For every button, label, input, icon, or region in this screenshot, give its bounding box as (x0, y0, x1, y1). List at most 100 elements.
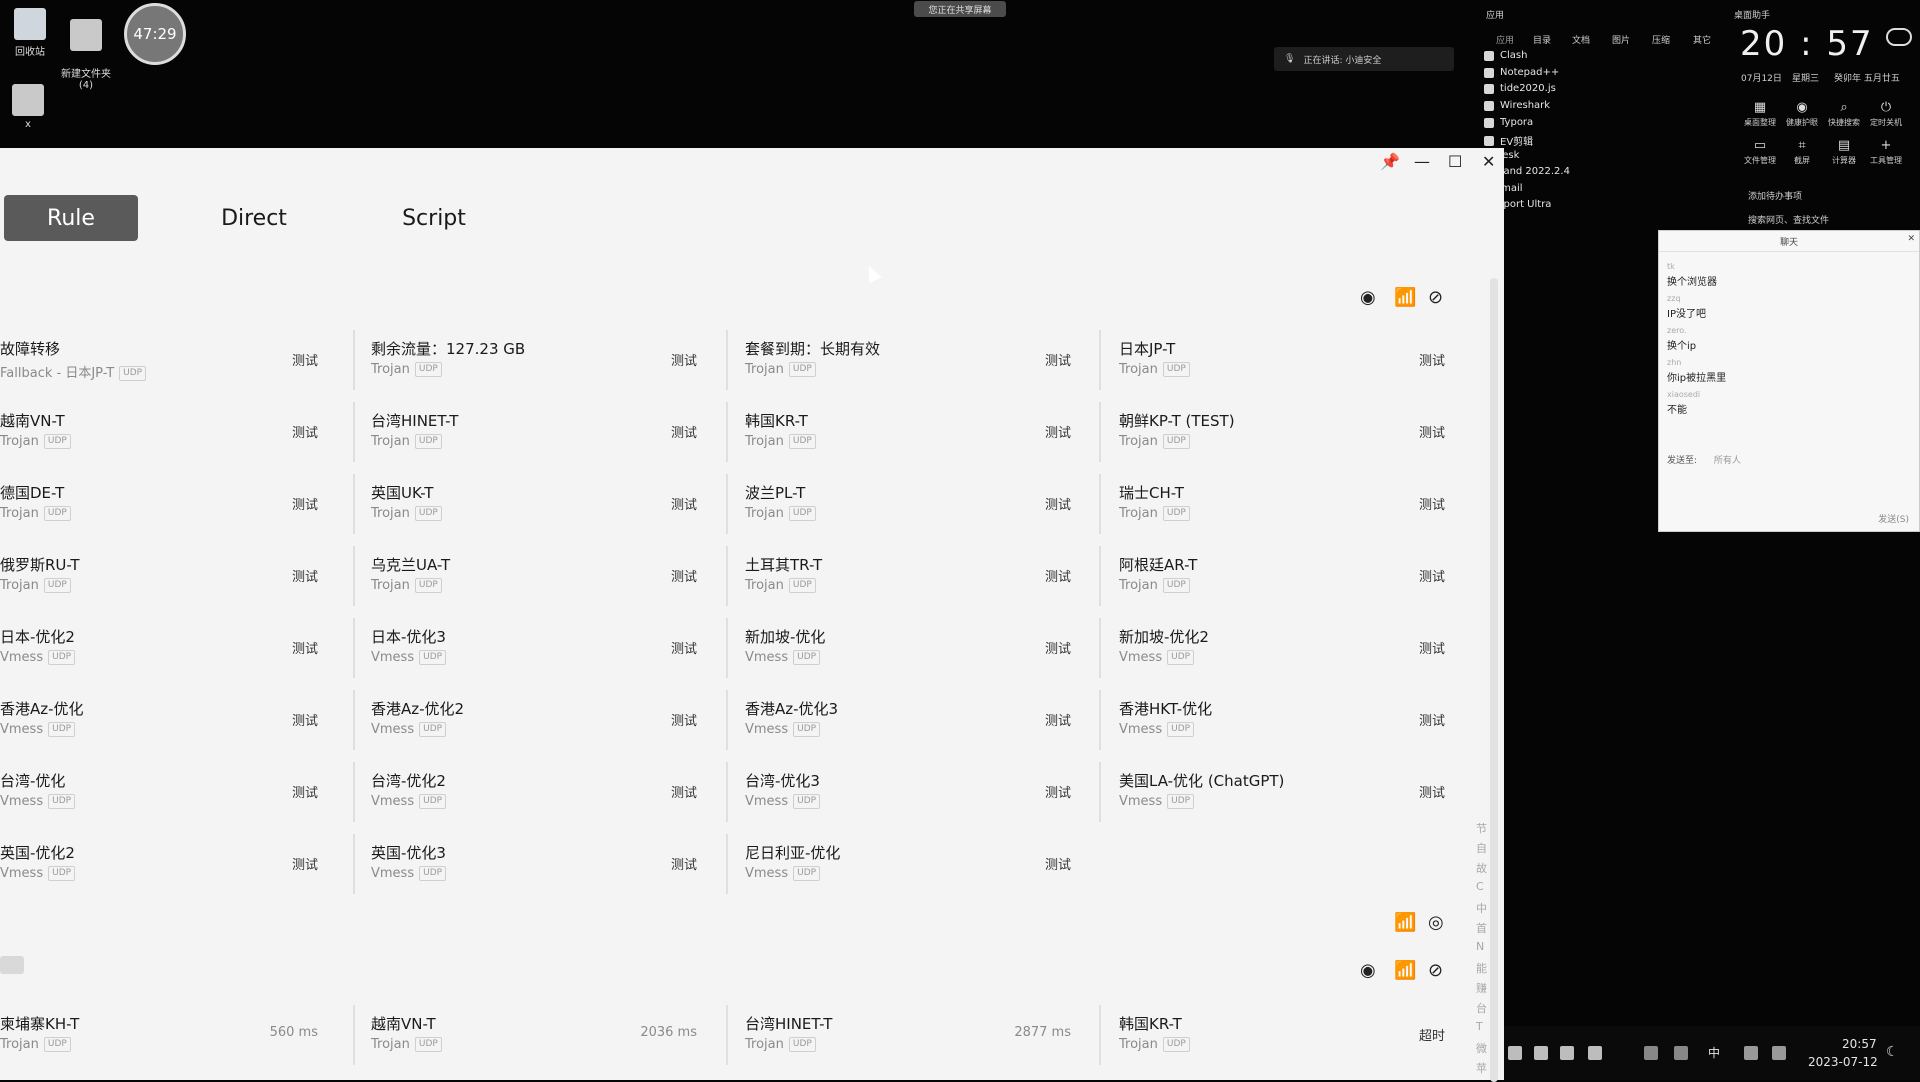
launcher-tab[interactable]: 文档 (1572, 33, 1590, 46)
latency-value[interactable]: 2877 ms (1014, 1025, 1071, 1040)
launcher-app-wireshark[interactable]: Wireshark (1484, 100, 1550, 111)
tool-shutdown-timer[interactable]: ⏻ 定时关机 (1860, 100, 1912, 128)
gear-icon[interactable] (1508, 1046, 1522, 1060)
side-index-letter[interactable]: 故 (1476, 860, 1487, 876)
proxy-card[interactable]: 香港Az-优化2 Vmess UDP 测试 (371, 698, 731, 762)
proxy-card[interactable]: 德国DE-T Trojan UDP 测试 (0, 482, 360, 546)
proxy-card[interactable]: 瑞士CH-T Trojan UDP 测试 (1119, 482, 1479, 546)
desktop-icon-recycle-bin[interactable]: 回收站 (0, 8, 60, 58)
test-button[interactable]: 测试 (1045, 494, 1071, 513)
side-index-letter[interactable]: 自 (1476, 840, 1487, 856)
proxy-card[interactable]: 英国UK-T Trojan UDP 测试 (371, 482, 731, 546)
latency-test-icon[interactable]: 📶 (1394, 960, 1416, 981)
proxy-card[interactable]: 套餐到期：长期有效 Trojan UDP 测试 (745, 338, 1105, 402)
microphone-icon[interactable] (1674, 1046, 1688, 1060)
collapse-button[interactable] (0, 956, 24, 974)
desktop-icon-folder-x[interactable]: x (0, 84, 58, 130)
pin-icon[interactable]: 📌 (1380, 152, 1400, 171)
side-index-letter[interactable]: 赚 (1476, 980, 1487, 996)
test-button[interactable]: 测试 (292, 854, 318, 873)
proxy-card[interactable]: 新加坡-优化2 Vmess UDP 测试 (1119, 626, 1479, 690)
test-button[interactable]: 测试 (1419, 422, 1445, 441)
test-button[interactable]: 测试 (1045, 566, 1071, 585)
locate-icon[interactable]: ◉ (1360, 960, 1376, 981)
test-button[interactable]: 测试 (671, 566, 697, 585)
maximize-icon[interactable]: ☐ (1448, 152, 1462, 171)
scrollbar[interactable] (1490, 278, 1498, 1082)
side-index-letter[interactable]: 台 (1476, 1000, 1487, 1016)
proxy-card[interactable]: 日本JP-T Trojan UDP 测试 (1119, 338, 1479, 402)
proxy-card[interactable]: 阿根廷AR-T Trojan UDP 测试 (1119, 554, 1479, 618)
latency-value[interactable]: 560 ms (270, 1025, 318, 1040)
test-button[interactable]: 测试 (1045, 350, 1071, 369)
meeting-timer[interactable]: 47:29 (124, 3, 186, 65)
side-index-letter[interactable]: N (1476, 940, 1484, 953)
test-button[interactable]: 测试 (1045, 422, 1071, 441)
proxy-card[interactable]: 香港Az-优化 Vmess UDP 测试 (0, 698, 360, 762)
proxy-card[interactable]: 韩国KR-T Trojan UDP 测试 (745, 410, 1105, 474)
test-button[interactable]: 测试 (292, 350, 318, 369)
close-icon[interactable]: ✕ (1907, 234, 1915, 244)
proxy-card[interactable]: 台湾HINET-T Trojan UDP 测试 (371, 410, 731, 474)
proxy-card[interactable]: 英国-优化2 Vmess UDP 测试 (0, 842, 360, 906)
proxy-card[interactable]: 台湾HINET-T Trojan UDP 2877 ms (745, 1013, 1105, 1077)
side-index-letter[interactable]: 能 (1476, 960, 1487, 976)
launcher-tab[interactable]: 其它 (1693, 33, 1711, 46)
network-icon[interactable] (1744, 1046, 1758, 1060)
tab-direct[interactable]: Direct (184, 195, 324, 241)
show-icon[interactable]: ◎ (1428, 912, 1444, 933)
web-search-field[interactable]: 搜索网页、查找文件 (1748, 213, 1829, 226)
latency-test-icon[interactable]: 📶 (1394, 912, 1416, 933)
latency-value[interactable]: 2036 ms (640, 1025, 697, 1040)
proxy-card[interactable]: 香港HKT-优化 Vmess UDP 测试 (1119, 698, 1479, 762)
test-button[interactable]: 测试 (1045, 710, 1071, 729)
tool-manager[interactable]: + 工具管理 (1860, 138, 1912, 166)
test-button[interactable]: 测试 (671, 638, 697, 657)
test-button[interactable]: 测试 (1045, 854, 1071, 873)
proxy-card[interactable]: 韩国KR-T Trojan UDP 超时 (1119, 1013, 1479, 1077)
proxy-card[interactable]: 英国-优化3 Vmess UDP 测试 (371, 842, 731, 906)
desktop-icon-new-folder[interactable]: 新建文件夹 (4) (56, 8, 116, 91)
test-button[interactable]: 测试 (1419, 350, 1445, 369)
side-index-letter[interactable]: 首 (1476, 920, 1487, 936)
add-todo-link[interactable]: 添加待办事项 (1748, 189, 1802, 202)
tab-script[interactable]: Script (364, 195, 504, 241)
chat-send-to[interactable]: 发送至: 所有人 (1667, 453, 1741, 466)
proxy-card[interactable]: 故障转移 Fallback - 日本JP-T UDP 测试 (0, 338, 360, 402)
launcher-tab[interactable]: 应用 (1496, 33, 1514, 46)
test-button[interactable]: 测试 (1045, 638, 1071, 657)
proxy-card[interactable]: 剩余流量：127.23 GB Trojan UDP 测试 (371, 338, 731, 402)
launcher-tab[interactable]: 目录 (1533, 33, 1551, 46)
test-button[interactable]: 测试 (671, 710, 697, 729)
taskbar-time[interactable]: 20:57 (1842, 1037, 1877, 1051)
side-index-letter[interactable]: C (1476, 880, 1484, 893)
launcher-app-notepad[interactable]: Notepad++ (1484, 67, 1559, 78)
side-index-letter[interactable]: 中 (1476, 900, 1487, 916)
proxy-card[interactable]: 新加坡-优化 Vmess UDP 测试 (745, 626, 1105, 690)
close-icon[interactable]: ✕ (1482, 152, 1495, 171)
test-button[interactable]: 测试 (1419, 566, 1445, 585)
proxy-card[interactable]: 土耳其TR-T Trojan UDP 测试 (745, 554, 1105, 618)
proxy-card[interactable]: 柬埔寨KH-T Trojan UDP 560 ms (0, 1013, 360, 1077)
volume-icon[interactable] (1772, 1046, 1786, 1060)
launcher-app-typora[interactable]: Typora (1484, 117, 1533, 128)
launcher-tab[interactable]: 压缩 (1652, 33, 1670, 46)
proxy-card[interactable]: 越南VN-T Trojan UDP 测试 (0, 410, 360, 474)
side-index-letter[interactable]: 微 (1476, 1040, 1487, 1056)
launcher-app-clash[interactable]: Clash (1484, 50, 1527, 61)
minimize-icon[interactable]: — (1414, 152, 1430, 171)
test-button[interactable]: 测试 (671, 854, 697, 873)
proxy-card[interactable]: 朝鲜KP-T (TEST) Trojan UDP 测试 (1119, 410, 1479, 474)
latency-test-icon[interactable]: 📶 (1394, 287, 1416, 308)
proxy-card[interactable]: 美国LA-优化 (ChatGPT) Vmess UDP 测试 (1119, 770, 1479, 834)
test-button[interactable]: 测试 (292, 710, 318, 729)
side-index-letter[interactable]: 节 (1476, 820, 1487, 836)
launcher-app-ev[interactable]: EV剪辑 (1484, 133, 1533, 148)
taskbar-date[interactable]: 2023-07-12 (1808, 1055, 1878, 1069)
test-button[interactable]: 测试 (292, 566, 318, 585)
monitor-icon[interactable] (1560, 1046, 1574, 1060)
moon-icon[interactable]: ☾ (1886, 1044, 1899, 1060)
tab-rule[interactable]: Rule (4, 195, 138, 241)
clipboard-icon[interactable] (1644, 1046, 1658, 1060)
proxy-card[interactable]: 台湾-优化2 Vmess UDP 测试 (371, 770, 731, 834)
